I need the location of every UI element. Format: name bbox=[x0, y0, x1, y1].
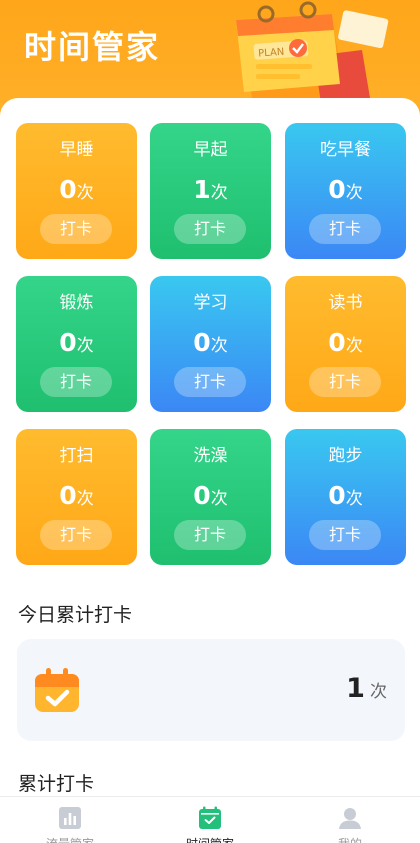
habit-name: 打扫 bbox=[59, 446, 94, 466]
svg-text:PLAN: PLAN bbox=[258, 47, 285, 60]
calendar-check-icon bbox=[35, 668, 79, 712]
habit-count: 1次 bbox=[193, 175, 228, 204]
habit-count: 0次 bbox=[328, 328, 363, 357]
habit-card-running: 跑步 0次 打卡 bbox=[285, 429, 406, 565]
habit-card-study: 学习 0次 打卡 bbox=[150, 276, 271, 412]
page-title: 时间管家 bbox=[24, 28, 161, 66]
checkin-button[interactable]: 打卡 bbox=[40, 367, 112, 397]
today-section-title: 今日累计打卡 bbox=[18, 604, 133, 626]
bar-chart-icon bbox=[59, 807, 81, 829]
checkin-button[interactable]: 打卡 bbox=[40, 214, 112, 244]
habit-count: 0次 bbox=[328, 175, 363, 204]
habit-card-exercise: 锻炼 0次 打卡 bbox=[16, 276, 137, 412]
checkin-button[interactable]: 打卡 bbox=[174, 520, 246, 550]
habit-count: 0次 bbox=[193, 328, 228, 357]
habit-name: 吃早餐 bbox=[320, 140, 371, 160]
today-summary-card: 1 次 bbox=[17, 639, 405, 741]
plan-calendar-illustration: PLAN bbox=[236, 1, 389, 110]
habit-count: 0次 bbox=[328, 481, 363, 510]
bottom-tab-bar: 流量管家 时间管家 我的 bbox=[0, 796, 420, 843]
habit-count: 0次 bbox=[193, 481, 228, 510]
checkin-button[interactable]: 打卡 bbox=[309, 214, 381, 244]
checkin-button[interactable]: 打卡 bbox=[174, 367, 246, 397]
tab-label: 时间管家 bbox=[140, 835, 280, 843]
habit-card-early-sleep: 早睡 0次 打卡 bbox=[16, 123, 137, 259]
habit-card-early-rise: 早起 1次 打卡 bbox=[150, 123, 271, 259]
checkin-button[interactable]: 打卡 bbox=[40, 520, 112, 550]
checkin-button[interactable]: 打卡 bbox=[309, 520, 381, 550]
calendar-check-icon bbox=[199, 806, 221, 829]
habit-name: 读书 bbox=[328, 293, 363, 313]
habit-name: 学习 bbox=[193, 293, 228, 313]
habit-name: 早睡 bbox=[59, 140, 94, 160]
habit-count: 0次 bbox=[59, 328, 94, 357]
habit-name: 洗澡 bbox=[193, 446, 228, 466]
tab-mine[interactable]: 我的 bbox=[280, 797, 420, 843]
habit-card-reading: 读书 0次 打卡 bbox=[285, 276, 406, 412]
tab-traffic[interactable]: 流量管家 bbox=[0, 797, 140, 843]
tab-label: 我的 bbox=[280, 835, 420, 843]
main-content: 早睡 0次 打卡 早起 1次 打卡 吃早餐 0次 打卡 锻炼 0次 打卡 学习 … bbox=[0, 98, 420, 843]
habit-card-breakfast: 吃早餐 0次 打卡 bbox=[285, 123, 406, 259]
habit-name: 跑步 bbox=[328, 446, 363, 466]
tab-label: 流量管家 bbox=[0, 835, 140, 843]
habit-name: 早起 bbox=[193, 140, 228, 160]
total-section-title: 累计打卡 bbox=[18, 773, 95, 795]
checkin-button[interactable]: 打卡 bbox=[174, 214, 246, 244]
habit-name: 锻炼 bbox=[59, 293, 94, 313]
habit-card-bath: 洗澡 0次 打卡 bbox=[150, 429, 271, 565]
user-icon bbox=[339, 808, 361, 829]
habit-count: 0次 bbox=[59, 481, 94, 510]
habit-count: 0次 bbox=[59, 175, 94, 204]
checkin-button[interactable]: 打卡 bbox=[309, 367, 381, 397]
habit-card-cleaning: 打扫 0次 打卡 bbox=[16, 429, 137, 565]
tab-time[interactable]: 时间管家 bbox=[140, 797, 280, 843]
today-count: 1 次 bbox=[346, 673, 387, 704]
